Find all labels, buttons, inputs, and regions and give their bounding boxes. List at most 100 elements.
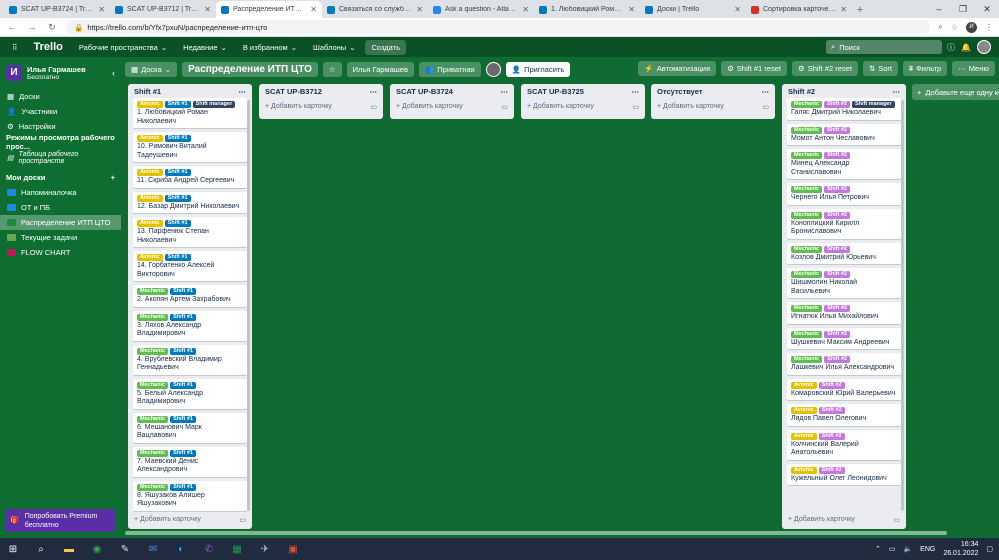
card-label[interactable]: Shift #2 <box>818 381 845 389</box>
card-label[interactable]: Mechanic <box>791 152 823 159</box>
airline-app-icon[interactable]: ✈ <box>258 542 272 556</box>
back-icon[interactable]: ← <box>6 22 18 32</box>
card[interactable]: Mechanic Shift #1 3. Ляхов Александр Влади… <box>133 310 247 341</box>
card-label[interactable]: Shift #2 <box>824 305 850 312</box>
board-title[interactable]: Распределение ИТП ЦТО <box>182 61 318 77</box>
premium-trial-button[interactable]: 🎁 Попробовать Premium бесплатно <box>5 509 115 532</box>
tab-close-icon[interactable]: ✕ <box>416 5 423 14</box>
card-label[interactable]: Shift #1 <box>164 135 191 142</box>
tab-close-icon[interactable]: ✕ <box>734 5 741 14</box>
card-label[interactable]: Shift #1 <box>164 220 191 227</box>
filter-button[interactable]: ⩩ Фильтр <box>903 61 948 76</box>
card-label[interactable]: Mechanic <box>137 313 169 321</box>
card[interactable]: Mechanic Shift #2 Шишмолин Николай Василье… <box>787 268 901 298</box>
list-scrollbar[interactable] <box>901 100 904 511</box>
close-window-icon[interactable]: ✕ <box>975 0 999 18</box>
card-label[interactable]: Shift #2 <box>824 356 850 363</box>
card-template-icon[interactable]: ▭ <box>893 516 900 524</box>
card-label[interactable]: Avionic <box>791 432 817 440</box>
member-avatar[interactable] <box>485 61 501 77</box>
add-board-icon[interactable]: + <box>111 173 115 182</box>
card[interactable]: Mechanic Shift #2 Козлов Дмитрий Юрьевич <box>787 242 901 264</box>
card[interactable]: Mechanic Shift #1 2. Акопян Артем Захрабов… <box>133 285 247 307</box>
card-label[interactable]: Mechanic <box>137 347 169 355</box>
profile-avatar[interactable]: И <box>966 21 977 33</box>
windows-start-icon[interactable]: ⊞ <box>6 542 20 556</box>
card[interactable]: Avionic Shift #2 Кужельный Олег Леонидович <box>787 463 901 485</box>
excel-icon[interactable]: ▦ <box>230 542 244 556</box>
card-template-icon[interactable]: ▭ <box>632 103 639 111</box>
card-template-icon[interactable]: ▭ <box>239 516 246 524</box>
zoom-icon[interactable]: ⌕ <box>938 22 942 32</box>
apps-grid-icon[interactable]: ⠿ <box>6 40 24 55</box>
card-label[interactable]: Avionic <box>137 194 163 202</box>
card[interactable]: Mechanic Shift #2 Шушкевич Максим Андрееви… <box>787 327 901 349</box>
browser-tab[interactable]: SCAT UP-B3712 | Trello ✕ <box>110 1 216 18</box>
volume-icon[interactable]: 🔈 <box>903 545 912 553</box>
user-avatar[interactable] <box>976 40 991 54</box>
workspace-owner-button[interactable]: Илья Гармашев <box>346 61 414 77</box>
card[interactable]: Mechanic Shift #1 8. Яшузаков Алишер Яшуза… <box>133 480 247 511</box>
view-switcher[interactable]: ▦ Доска ⌄ <box>125 61 178 77</box>
minimize-icon[interactable]: – <box>927 0 951 18</box>
sidebar-board-item[interactable]: FLOW CHART <box>0 245 121 260</box>
list-title[interactable]: SCAT UP-B3712 <box>265 87 322 96</box>
add-card-button[interactable]: + Добавить карточку ▭ <box>782 513 906 526</box>
card-label[interactable]: Mechanic <box>791 186 823 193</box>
card-label[interactable]: Shift #1 <box>170 483 196 491</box>
card-label[interactable]: Mechanic <box>791 330 823 338</box>
card-label[interactable]: Shift #2 <box>818 432 845 440</box>
star-board-icon[interactable]: ☆ <box>322 61 342 77</box>
card-label[interactable]: Mechanic <box>137 288 169 295</box>
workspaces-menu[interactable]: Рабочие пространства ⌄ <box>73 40 173 55</box>
card-label[interactable]: Shift #2 <box>824 330 850 338</box>
list-more-icon[interactable]: ⋯ <box>239 87 247 96</box>
kebab-menu-icon[interactable]: ⋮ <box>985 23 993 32</box>
tab-close-icon[interactable]: ✕ <box>522 5 529 14</box>
card[interactable]: Mechanic Shift #2 Момот Антон Чеславович <box>787 123 901 145</box>
file-explorer-icon[interactable]: ▬ <box>62 542 76 556</box>
card-label[interactable]: Shift #1 <box>164 169 191 176</box>
list-title[interactable]: SCAT UP-B3724 <box>396 87 453 96</box>
card[interactable]: Avionic Shift #1 14. Горбатенко Алексей Ви… <box>133 251 247 281</box>
list-more-icon[interactable]: ⋯ <box>370 87 378 96</box>
card[interactable]: Avionic Shift #2 Комаровский Юрий Валерьев… <box>787 378 901 400</box>
card-label[interactable]: Shift #1 <box>164 254 191 261</box>
card[interactable]: Avionic Shift #1 12. Базар Дмитрий Николае… <box>133 191 247 213</box>
card-label[interactable]: Avionic <box>791 381 817 389</box>
collapse-sidebar-icon[interactable]: ‹ <box>112 68 115 78</box>
media-app-icon[interactable]: ▣ <box>286 542 300 556</box>
card-label[interactable]: Shift manager <box>192 101 236 108</box>
list-title[interactable]: Shift #2 <box>788 87 815 96</box>
card-label[interactable]: Mechanic <box>791 271 823 278</box>
card-label[interactable]: Avionic <box>137 220 163 227</box>
sidebar-board-item[interactable]: Текущие задачи <box>0 230 121 245</box>
card[interactable]: Mechanic Shift #1 5. Белый Александр Влади… <box>133 378 247 409</box>
list-scrollbar[interactable] <box>247 100 250 511</box>
starred-menu[interactable]: В избранном ⌄ <box>237 40 303 55</box>
create-button[interactable]: Создать <box>365 39 406 55</box>
browser-tab[interactable]: Распределение ИТП ЦТО ✕ <box>216 1 322 18</box>
card-label[interactable]: Mechanic <box>791 356 823 363</box>
card-label[interactable]: Shift #2 <box>818 466 845 474</box>
tab-close-icon[interactable]: ✕ <box>840 5 847 14</box>
card-label[interactable]: Shift #1 <box>170 313 196 321</box>
info-icon[interactable]: ⓘ <box>947 42 955 53</box>
card-label[interactable]: Avionic <box>137 101 163 108</box>
card[interactable]: Avionic Shift #1 10. Римович Виталий Тадеу… <box>133 132 247 162</box>
sidebar-item-board[interactable]: ▦ Доски <box>0 89 121 104</box>
card-label[interactable]: Mechanic <box>791 245 823 253</box>
card-label[interactable]: Shift #2 <box>824 101 850 108</box>
skype-icon[interactable]: ◐ <box>174 542 188 556</box>
card-label[interactable]: Avionic <box>791 407 817 414</box>
card-label[interactable]: Mechanic <box>791 211 823 219</box>
tab-close-icon[interactable]: ✕ <box>98 5 105 14</box>
card-template-icon[interactable]: ▭ <box>501 103 508 111</box>
star-bookmark-icon[interactable]: ☆ <box>951 23 958 32</box>
sidebar-board-item[interactable]: ОТ и ПБ <box>0 200 121 215</box>
card-label[interactable]: Avionic <box>137 135 163 142</box>
card[interactable]: Mechanic Shift #1 4. Врублевский Владимир … <box>133 344 247 375</box>
add-card-button[interactable]: + Добавить карточку ▭ <box>651 100 775 113</box>
recent-menu[interactable]: Недавние ⌄ <box>177 40 233 55</box>
add-card-button[interactable]: + Добавить карточку ▭ <box>128 513 252 526</box>
